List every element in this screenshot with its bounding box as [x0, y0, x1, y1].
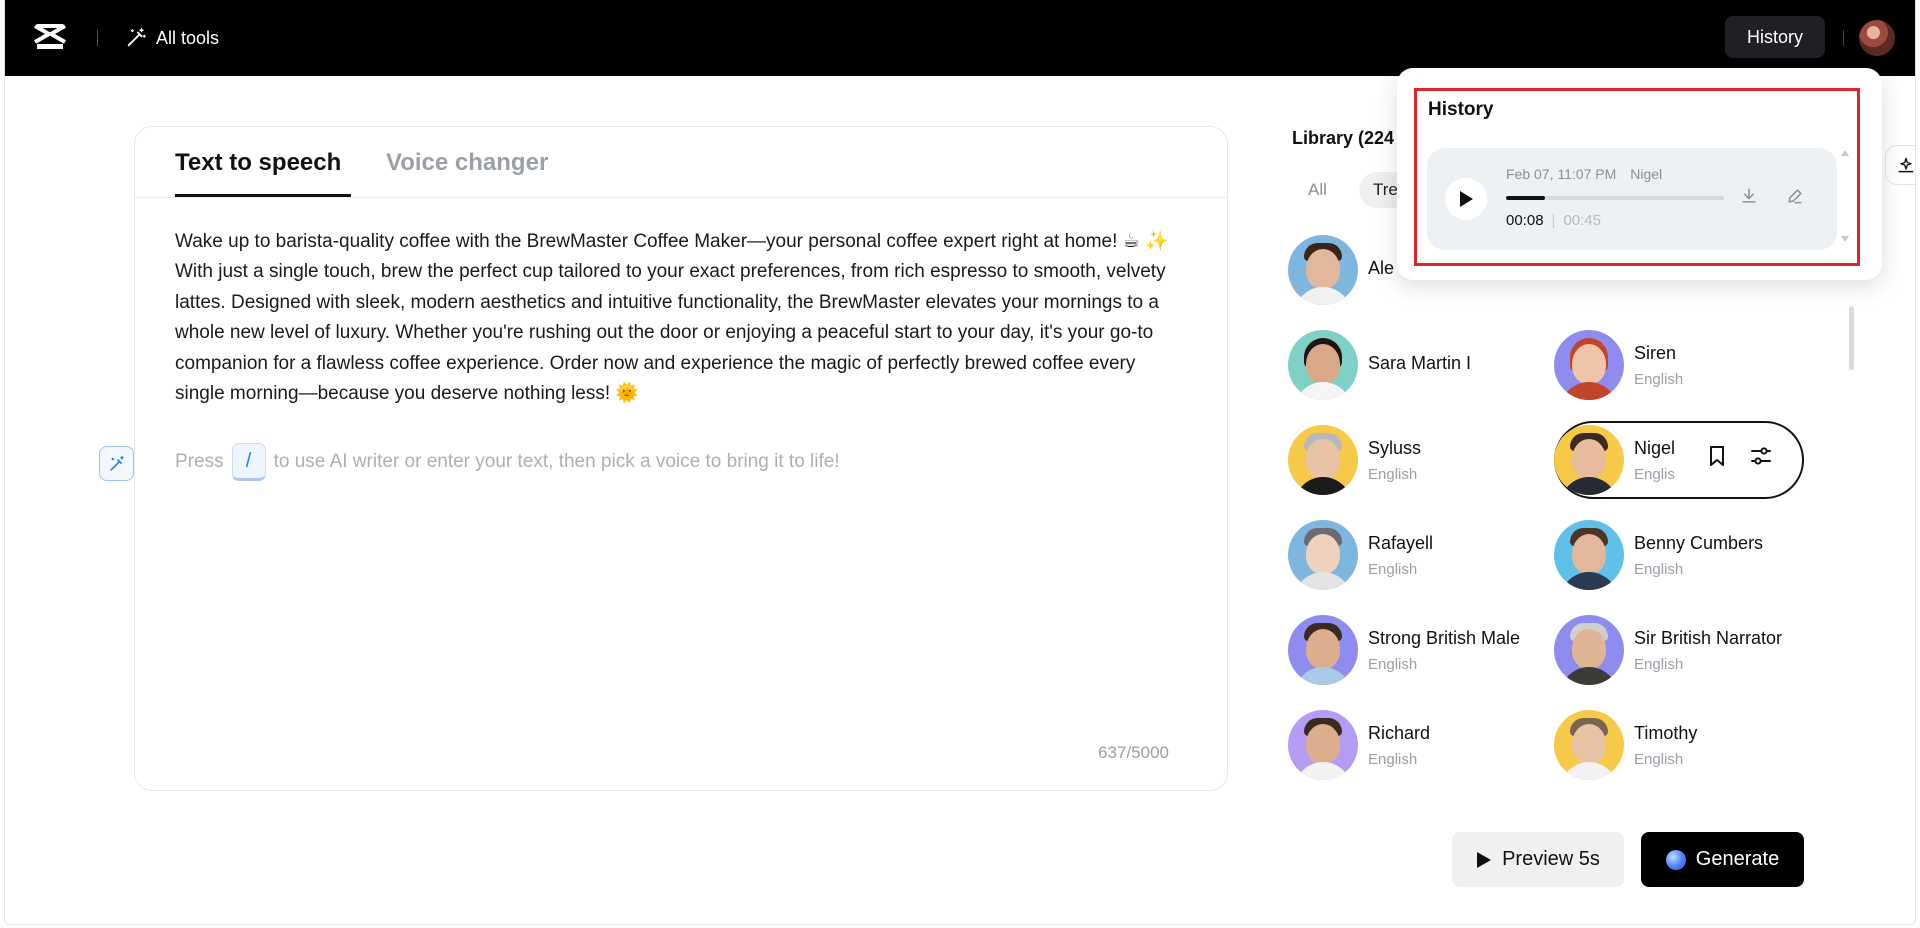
voice-avatar: [1288, 235, 1358, 305]
history-date: Feb 07, 11:07 PM: [1506, 166, 1617, 182]
voice-name: Sir British Narrator: [1634, 628, 1783, 648]
voice-language: English: [1368, 751, 1418, 768]
sparkle-icon: [1898, 157, 1913, 173]
preview-button[interactable]: Preview 5s: [1452, 832, 1624, 887]
popover-scroll-up-icon[interactable]: [1841, 150, 1849, 156]
collapse-panel-button[interactable]: [1885, 145, 1915, 185]
voice-item[interactable]: Timothy English: [1554, 707, 1804, 781]
voice-avatar: [1288, 710, 1358, 780]
header-divider-right: [1843, 30, 1844, 46]
voice-avatar: [1288, 520, 1358, 590]
bookmark-icon[interactable]: [1705, 444, 1729, 468]
voice-item[interactable]: Syluss English: [1288, 422, 1538, 496]
history-button[interactable]: History: [1725, 16, 1825, 58]
time-separator: |: [1551, 212, 1556, 229]
voice-name: Richard: [1368, 723, 1431, 743]
filter-all[interactable]: All: [1296, 172, 1339, 208]
voice-language: English: [1368, 656, 1418, 673]
active-tab-indicator: [175, 194, 351, 197]
voice-language: English: [1634, 371, 1684, 388]
total-time: 00:45: [1563, 212, 1601, 229]
history-title: History: [1428, 99, 1494, 120]
magic-wand-icon: [109, 455, 124, 471]
voice-item[interactable]: Sir British Narrator English: [1554, 612, 1804, 686]
voice-avatar: [1288, 425, 1358, 495]
voice-avatar: [1554, 520, 1624, 590]
voice-language: English: [1368, 466, 1418, 483]
voice-name: Syluss: [1368, 438, 1422, 458]
voice-avatar: [1288, 615, 1358, 685]
popover-scroll-down-icon[interactable]: [1841, 236, 1849, 242]
voice-name: Benny Cumbers: [1634, 533, 1764, 553]
character-counter: 637/5000: [1098, 743, 1169, 762]
ai-writer-hint[interactable]: Press / to use AI writer or enter your t…: [175, 443, 840, 481]
generate-button[interactable]: Generate: [1641, 832, 1804, 887]
download-icon[interactable]: [1739, 186, 1759, 206]
voice-item[interactable]: Richard English: [1288, 707, 1538, 781]
voice-avatar: [1554, 330, 1624, 400]
voice-item[interactable]: Benny Cumbers English: [1554, 517, 1804, 591]
voice-name: Timothy: [1634, 723, 1698, 743]
hint-suffix: to use AI writer or enter your text, the…: [273, 451, 840, 472]
voice-language: English: [1368, 561, 1418, 578]
voice-name: Siren: [1634, 343, 1677, 363]
voice-item-selected[interactable]: Nigel Englis: [1554, 422, 1704, 496]
sliders-icon[interactable]: [1749, 444, 1773, 468]
header-divider: [97, 30, 98, 46]
hint-prefix: Press: [175, 451, 224, 472]
voice-name: Rafayell: [1368, 533, 1434, 553]
preview-label: Preview 5s: [1502, 848, 1600, 870]
voice-item[interactable]: Rafayell English: [1288, 517, 1538, 591]
app-window: All tools History Text to speech Voice c…: [4, 0, 1916, 925]
ai-writer-button[interactable]: [99, 446, 134, 481]
text-editor-card: Text to speech Voice changer Wake up to …: [134, 126, 1228, 791]
play-button[interactable]: [1445, 178, 1487, 220]
voice-avatar: [1288, 330, 1358, 400]
voice-avatar: [1554, 615, 1624, 685]
generate-label: Generate: [1695, 848, 1780, 870]
voice-name: Nigel: [1634, 438, 1676, 458]
history-audio-item: Feb 07, 11:07 PM Nigel 00:08 | 00:45: [1427, 148, 1837, 250]
library-scrollbar[interactable]: [1849, 306, 1854, 370]
voice-language: Englis: [1634, 466, 1675, 483]
library-title: Library (224: [1292, 128, 1395, 148]
voice-avatar: [1554, 710, 1624, 780]
voice-item[interactable]: Strong British Male English: [1288, 612, 1538, 686]
audio-progress-fill: [1506, 196, 1545, 200]
tab-text-to-speech[interactable]: Text to speech: [175, 149, 341, 177]
top-bar: All tools History: [5, 0, 1915, 76]
voice-item[interactable]: Sara Martin I: [1288, 327, 1538, 401]
voice-language: English: [1634, 656, 1684, 673]
all-tools-button[interactable]: All tools: [125, 24, 219, 52]
slash-key-badge: /: [231, 443, 266, 481]
audio-progress-bar[interactable]: [1506, 196, 1724, 200]
voice-name: Sara Martin I: [1368, 353, 1472, 373]
voice-name: Ale: [1368, 258, 1395, 278]
voice-language: English: [1634, 751, 1684, 768]
history-meta: Feb 07, 11:07 PM Nigel: [1506, 166, 1662, 182]
audio-times: 00:08 | 00:45: [1506, 212, 1601, 229]
capcut-logo-icon[interactable]: [33, 22, 67, 52]
voice-name: Strong British Male: [1368, 628, 1521, 648]
script-textarea[interactable]: Wake up to barista-quality coffee with t…: [175, 227, 1175, 409]
voice-item[interactable]: Siren English: [1554, 327, 1804, 401]
all-tools-label: All tools: [156, 27, 220, 48]
history-item-actions: [1739, 186, 1805, 206]
voice-avatar: [1554, 425, 1624, 495]
current-time: 00:08: [1506, 212, 1544, 229]
voice-language: English: [1634, 561, 1684, 578]
voice-actions: [1705, 444, 1773, 468]
user-avatar[interactable]: [1859, 20, 1895, 56]
tab-voice-changer[interactable]: Voice changer: [386, 149, 548, 177]
magic-wand-icon: [127, 28, 146, 47]
generate-orb-icon: [1665, 849, 1686, 870]
history-voice: Nigel: [1630, 166, 1663, 182]
edit-icon[interactable]: [1785, 186, 1805, 206]
play-icon: [1460, 191, 1473, 207]
play-icon: [1477, 851, 1492, 868]
editor-tabs: Text to speech Voice changer: [135, 127, 1227, 198]
